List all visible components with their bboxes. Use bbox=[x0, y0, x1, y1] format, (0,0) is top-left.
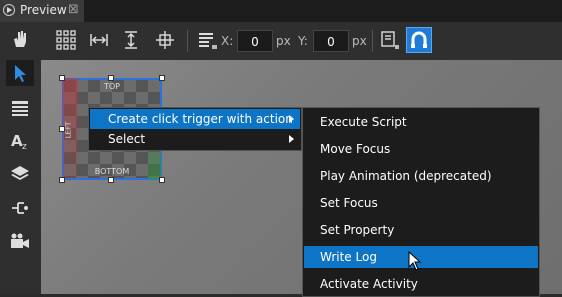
resize-handle-top[interactable] bbox=[108, 75, 114, 81]
svg-text:z: z bbox=[22, 142, 27, 151]
hand-icon bbox=[14, 31, 26, 47]
snap-toggle-button[interactable] bbox=[406, 27, 432, 53]
stretch-horizontal-icon bbox=[90, 34, 108, 46]
node-top-label: TOP bbox=[103, 82, 120, 91]
layers-tool-button[interactable] bbox=[6, 161, 34, 187]
alignment-menu-button[interactable] bbox=[195, 27, 221, 53]
x-input[interactable]: 0 bbox=[237, 30, 273, 52]
grid-icon bbox=[56, 30, 76, 50]
toolbar-divider bbox=[372, 30, 373, 52]
resize-handle-top-left[interactable] bbox=[59, 75, 65, 81]
menu-item-select[interactable]: Select bbox=[90, 129, 300, 149]
grid-tool-button[interactable] bbox=[6, 95, 34, 121]
toolbar-divider bbox=[187, 30, 188, 52]
resize-handle-bottom[interactable] bbox=[108, 177, 114, 183]
submenu-arrow-icon bbox=[289, 135, 294, 143]
resize-handle-left[interactable] bbox=[59, 126, 65, 132]
grid-layout-button[interactable] bbox=[53, 27, 79, 53]
resize-handle-bottom-right[interactable] bbox=[159, 177, 165, 183]
camera-icon bbox=[11, 233, 29, 248]
tab-preview[interactable]: Preview ⊠ bbox=[0, 0, 84, 22]
mouse-cursor-icon bbox=[408, 250, 422, 275]
menu-item-create-click-trigger[interactable]: Create click trigger with action bbox=[90, 109, 300, 129]
tab-title: Preview bbox=[20, 3, 67, 17]
align-icon bbox=[199, 33, 217, 49]
connector-icon bbox=[12, 202, 28, 214]
text-icon: Az bbox=[11, 132, 27, 151]
pointer-icon bbox=[15, 65, 26, 82]
text-tool-button[interactable]: Az bbox=[6, 128, 34, 154]
select-tool-button[interactable] bbox=[6, 60, 34, 86]
submenu-item-set-property[interactable]: Set Property bbox=[304, 219, 538, 241]
tab-bar bbox=[0, 0, 562, 22]
y-unit: px bbox=[352, 34, 367, 48]
node-bottom-label: BOTTOM bbox=[94, 167, 130, 176]
submenu-item-activate-activity[interactable]: Activate Activity bbox=[304, 273, 538, 295]
resize-handle-top-right[interactable] bbox=[159, 75, 165, 81]
context-menu: Create click trigger with action Select bbox=[88, 107, 302, 151]
layout-options-button[interactable] bbox=[377, 27, 403, 53]
stretch-vertical-icon bbox=[125, 31, 137, 49]
submenu-item-move-focus[interactable]: Move Focus bbox=[304, 138, 538, 160]
y-label: Y: bbox=[298, 34, 308, 48]
stretch-both-button[interactable] bbox=[152, 27, 178, 53]
connect-tool-button[interactable] bbox=[6, 195, 34, 221]
node-left-label: LEFT bbox=[64, 121, 73, 139]
submenu-item-set-focus[interactable]: Set Focus bbox=[304, 192, 538, 214]
submenu-item-play-animation[interactable]: Play Animation (deprecated) bbox=[304, 165, 538, 187]
submenu-arrow-icon bbox=[289, 115, 294, 123]
resize-handle-bottom-left[interactable] bbox=[59, 177, 65, 183]
layout-icon bbox=[381, 31, 399, 49]
preview-play-icon bbox=[3, 4, 15, 16]
layers-icon bbox=[11, 166, 29, 180]
pan-tool-button[interactable] bbox=[6, 26, 34, 52]
y-input[interactable]: 0 bbox=[313, 30, 349, 52]
magnet-icon bbox=[411, 31, 427, 48]
stretch-both-icon bbox=[156, 31, 174, 49]
submenu-item-execute-script[interactable]: Execute Script bbox=[304, 111, 538, 133]
close-icon[interactable]: ⊠ bbox=[68, 2, 79, 17]
stretch-horizontal-button[interactable] bbox=[86, 27, 112, 53]
camera-tool-button[interactable] bbox=[6, 228, 34, 254]
table-icon bbox=[12, 101, 28, 116]
x-label: X: bbox=[221, 34, 234, 48]
x-unit: px bbox=[276, 34, 291, 48]
stretch-vertical-button[interactable] bbox=[118, 27, 144, 53]
